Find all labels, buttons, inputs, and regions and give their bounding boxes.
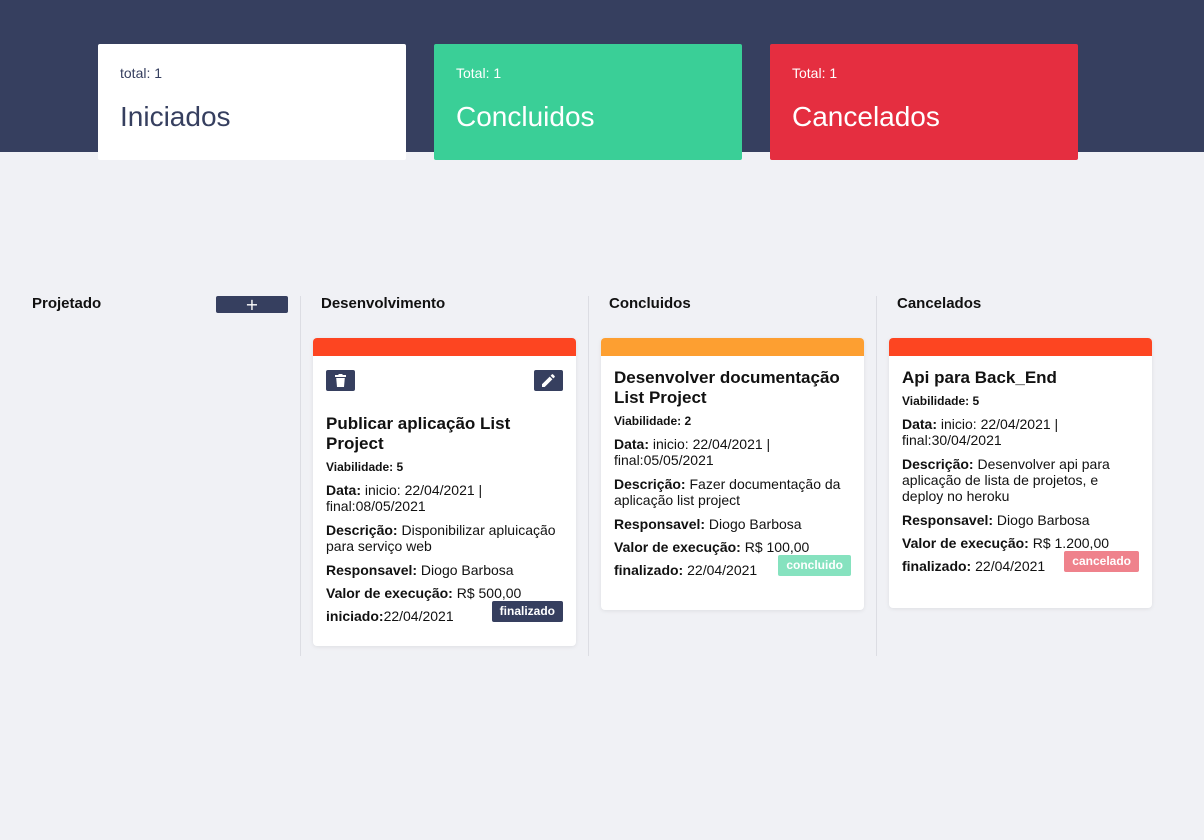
summary-started-total: total: 1 xyxy=(120,65,163,81)
card-started: iniciado:22/04/2021 finalizado xyxy=(326,601,563,624)
card-description: Descrição: Fazer documentação da aplicaç… xyxy=(614,476,841,508)
card-description: Descrição: Desenvolver api para aplicaçã… xyxy=(902,456,1110,504)
summary-done-total: Total: 1 xyxy=(456,65,502,81)
column-planned-title: Projetado xyxy=(32,295,102,312)
card-responsible: Responsavel: Diogo Barbosa xyxy=(902,512,1090,528)
project-card-development: Publicar aplicação List Project Viabilid… xyxy=(313,338,576,646)
card-responsible: Responsavel: Diogo Barbosa xyxy=(614,516,802,532)
pencil-icon xyxy=(542,374,555,387)
card-viability: Viabilidade: 2 xyxy=(614,414,692,428)
card-title: Api para Back_End xyxy=(902,368,1057,387)
card-finished: finalizado: 22/04/2021 cancelado xyxy=(902,551,1139,574)
edit-button[interactable] xyxy=(534,370,563,391)
card-status-bar xyxy=(889,338,1152,356)
card-date: Data: inicio: 22/04/2021 | final:08/05/2… xyxy=(326,482,483,514)
summary-card-cancelled: Total: 1 Cancelados xyxy=(770,44,1078,160)
card-title: Desenvolver documentação List Project xyxy=(614,368,840,407)
summary-cancelled-total: Total: 1 xyxy=(792,65,838,81)
summary-started-title: Iniciados xyxy=(120,101,231,132)
card-description: Descrição: Disponibilizar apluicação par… xyxy=(326,522,556,554)
card-finished: finalizado: 22/04/2021 concluido xyxy=(614,555,851,578)
delete-button[interactable] xyxy=(326,370,355,391)
column-development-title: Desenvolvimento xyxy=(321,295,446,312)
column-cancelled-title: Cancelados xyxy=(897,295,982,312)
card-date: Data: inicio: 22/04/2021 | final:05/05/2… xyxy=(614,436,771,468)
card-responsible: Responsavel: Diogo Barbosa xyxy=(326,562,514,578)
card-status-bar xyxy=(313,338,576,356)
summary-done-title: Concluidos xyxy=(456,101,595,132)
card-value: Valor de execução: R$ 500,00 xyxy=(326,585,522,601)
add-project-button[interactable]: + xyxy=(216,296,288,313)
column-done-title: Concluidos xyxy=(609,295,691,312)
status-badge: concluido xyxy=(778,555,851,576)
trash-icon xyxy=(335,374,346,387)
column-planned: Projetado xyxy=(32,296,300,656)
card-value: Valor de execução: R$ 1.200,00 xyxy=(902,535,1110,551)
status-badge: finalizado xyxy=(491,601,563,622)
card-value: Valor de execução: R$ 100,00 xyxy=(614,539,810,555)
card-title: Publicar aplicação List Project xyxy=(326,414,511,453)
card-viability: Viabilidade: 5 xyxy=(902,394,980,408)
summary-card-done: Total: 1 Concluidos xyxy=(434,44,742,160)
summary-cancelled-title: Cancelados xyxy=(792,101,940,132)
project-card-cancelled: Api para Back_End Viabilidade: 5 Data: i… xyxy=(889,338,1152,608)
project-card-done: Desenvolver documentação List Project Vi… xyxy=(601,338,864,610)
summary-card-started: total: 1 Iniciados xyxy=(98,44,406,160)
card-date: Data: inicio: 22/04/2021 | final:30/04/2… xyxy=(902,416,1059,448)
status-badge: cancelado xyxy=(1064,551,1139,572)
card-status-bar xyxy=(601,338,864,356)
card-viability: Viabilidade: 5 xyxy=(326,460,404,474)
